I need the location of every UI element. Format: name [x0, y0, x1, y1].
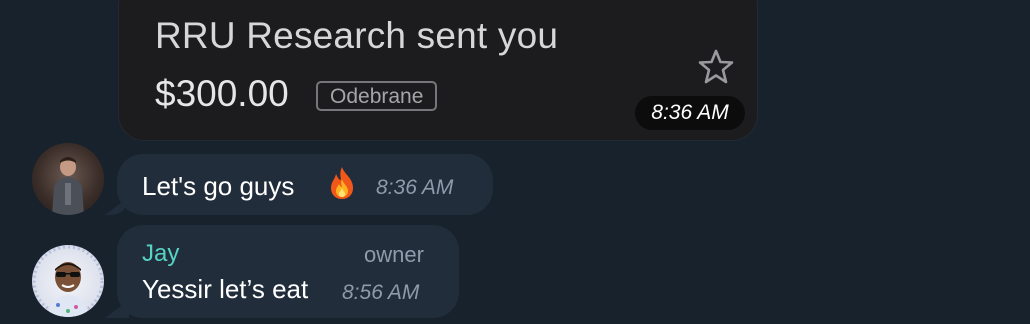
payment-status-badge: Odebrane: [316, 81, 438, 111]
star-outline-icon[interactable]: [696, 47, 736, 87]
sender-role-badge: owner: [364, 242, 424, 267]
message-timestamp: 8:36 AM: [376, 176, 454, 199]
payment-title: RRU Research sent you: [155, 15, 559, 56]
message-bubble[interactable]: Jay owner Yessir let’s eat 8:56 AM: [117, 225, 459, 318]
message-text: Let's go guys: [142, 171, 295, 201]
payment-timestamp: 8:36 AM: [635, 96, 745, 130]
message-bubble[interactable]: Let's go guys 8:36 AM: [117, 154, 493, 215]
fire-icon: [331, 167, 353, 199]
person-photo-icon: [52, 157, 84, 215]
payment-card[interactable]: RRU Research sent you $300.00 Odebrane 8…: [118, 0, 758, 141]
person-photo-icon: [32, 245, 104, 317]
sender-name[interactable]: Jay: [142, 240, 179, 268]
payment-amount: $300.00: [155, 73, 289, 114]
message-text: Yessir let’s eat: [142, 274, 309, 304]
message-timestamp: 8:56 AM: [342, 281, 420, 304]
user-avatar[interactable]: [32, 245, 104, 317]
user-avatar[interactable]: [32, 143, 104, 215]
